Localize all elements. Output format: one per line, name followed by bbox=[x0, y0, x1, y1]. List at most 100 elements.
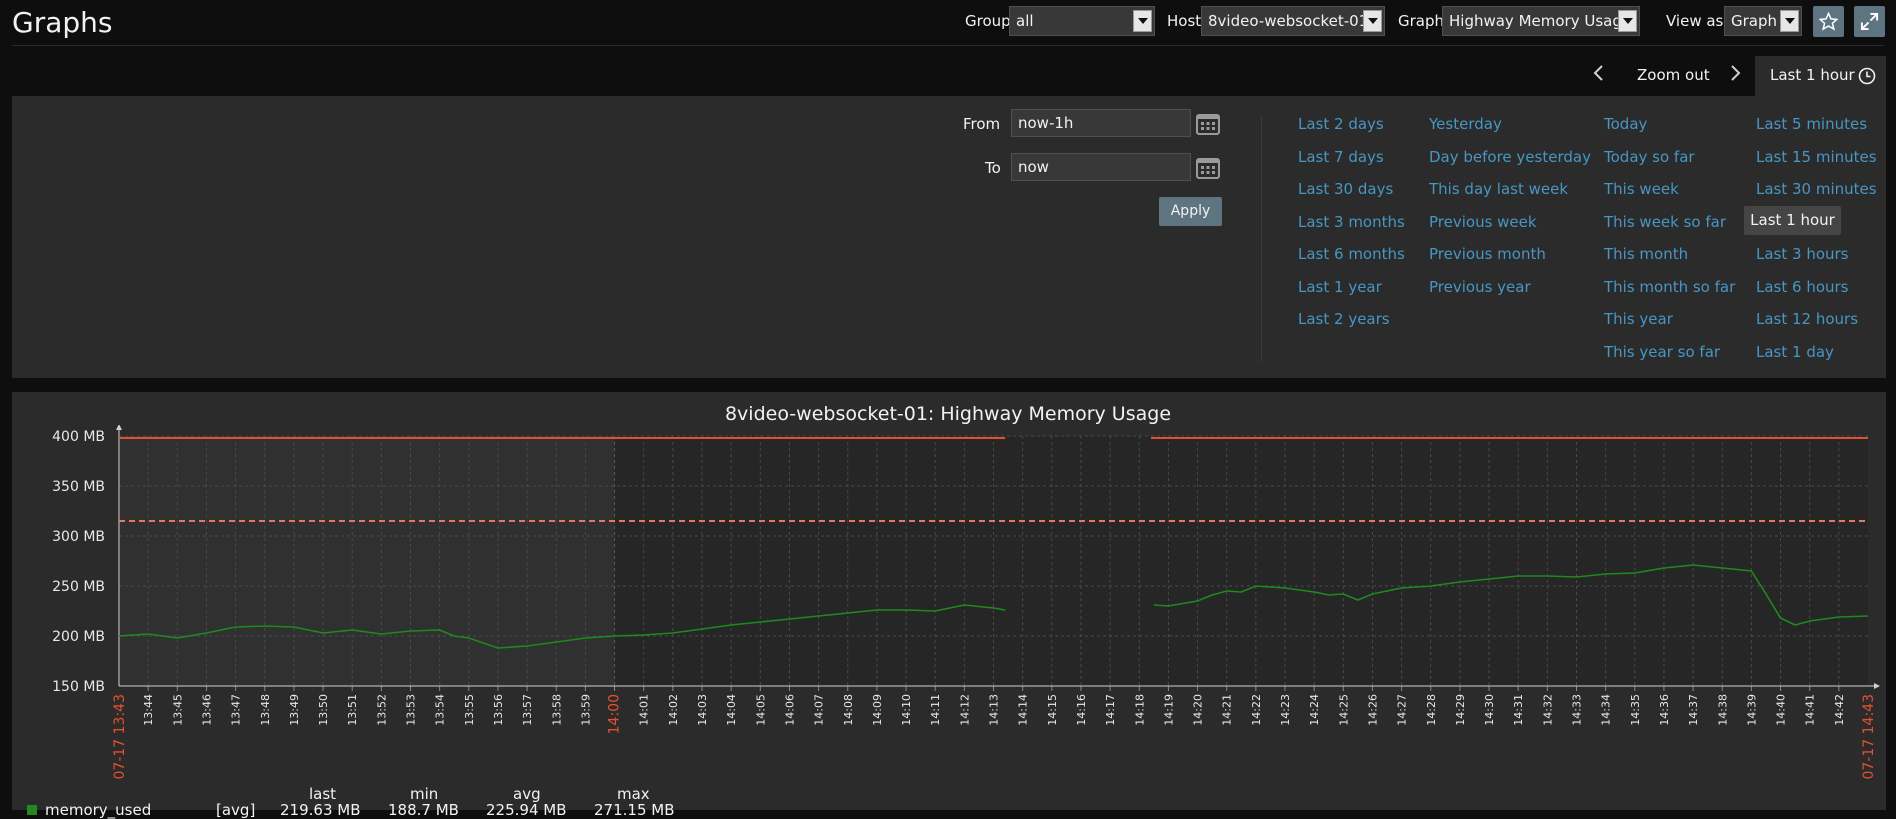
chevron-right-icon[interactable] bbox=[1727, 63, 1743, 83]
x-tick-label: 14:16 bbox=[1075, 694, 1088, 726]
x-tick-label: 13:45 bbox=[171, 694, 184, 726]
quick-range-link[interactable]: Day before yesterday bbox=[1429, 148, 1591, 166]
x-tick-label: 14:22 bbox=[1250, 694, 1263, 726]
fullscreen-button[interactable] bbox=[1854, 6, 1885, 37]
quick-range-link[interactable]: Last 2 days bbox=[1298, 115, 1384, 133]
x-tick-label: 13:52 bbox=[375, 694, 388, 726]
page-title: Graphs bbox=[12, 6, 113, 39]
quick-range-link[interactable]: Last 30 days bbox=[1298, 180, 1393, 198]
from-input[interactable]: now-1h bbox=[1011, 109, 1191, 137]
quick-range-link[interactable]: Today so far bbox=[1604, 148, 1695, 166]
quick-range-link[interactable]: Last 30 minutes bbox=[1756, 180, 1877, 198]
graph-title: 8video-websocket-01: Highway Memory Usag… bbox=[724, 403, 1172, 425]
tab-time-range[interactable]: Last 1 hour bbox=[1755, 56, 1886, 96]
host-label: Host bbox=[1167, 12, 1202, 30]
y-tick-label: 200 MB bbox=[52, 629, 105, 645]
quick-range-link[interactable]: Last 12 hours bbox=[1756, 310, 1858, 328]
x-tick-label: 14:14 bbox=[1017, 694, 1030, 726]
legend-swatch bbox=[27, 805, 37, 815]
viewas-select[interactable]: Graph bbox=[1724, 6, 1802, 36]
quick-range-link[interactable]: Last 1 year bbox=[1298, 278, 1382, 296]
x-tick-label: 14:07 bbox=[813, 694, 826, 726]
apply-button[interactable]: Apply bbox=[1159, 197, 1222, 226]
graph-select-value: Highway Memory Usage bbox=[1449, 12, 1632, 30]
x-tick-label: 14:36 bbox=[1658, 694, 1671, 726]
quick-range-link[interactable]: Last 6 months bbox=[1298, 245, 1405, 263]
favorite-button[interactable] bbox=[1813, 6, 1844, 37]
x-tick-label: 14:06 bbox=[783, 694, 796, 726]
quick-range-link[interactable]: Last 5 minutes bbox=[1756, 115, 1867, 133]
calendar-icon[interactable] bbox=[1196, 113, 1220, 135]
memory-chart: 400 MB 350 MB 300 MB 250 MB 200 MB 150 MB 13:4… bbox=[52, 425, 1880, 779]
x-tick-label: 14:41 bbox=[1804, 694, 1817, 726]
x-tick-label: 14:30 bbox=[1483, 694, 1496, 726]
x-tick-label: 14:15 bbox=[1046, 694, 1059, 726]
x-tick-label: 13:50 bbox=[317, 694, 330, 726]
x-edge-label: 07-17 13:43 bbox=[112, 694, 128, 779]
quick-range-link[interactable]: This year bbox=[1604, 310, 1673, 328]
x-tick-label: 14:12 bbox=[958, 694, 971, 726]
chevron-left-icon[interactable] bbox=[1591, 63, 1607, 83]
quick-range-link[interactable]: Last 15 minutes bbox=[1756, 148, 1877, 166]
x-tick-label: 14:29 bbox=[1454, 694, 1467, 726]
quick-range-link[interactable]: Yesterday bbox=[1429, 115, 1502, 133]
x-tick-label: 13:56 bbox=[492, 694, 505, 726]
legend-avg-value: 225.94 MB bbox=[486, 801, 567, 819]
plot-shaded-region bbox=[119, 436, 615, 686]
fullscreen-icon bbox=[1860, 12, 1879, 31]
quick-range-link[interactable]: Last 7 days bbox=[1298, 148, 1384, 166]
quick-range-link[interactable]: This week so far bbox=[1604, 213, 1726, 231]
x-tick-label: 14:01 bbox=[638, 694, 651, 726]
x-tick-label: 13:49 bbox=[288, 694, 301, 726]
time-filter-panel bbox=[12, 96, 1886, 378]
quick-range-link[interactable]: This day last week bbox=[1429, 180, 1568, 198]
to-label: To bbox=[985, 159, 1001, 177]
quick-range-link[interactable]: Last 3 hours bbox=[1756, 245, 1849, 263]
quick-range-link[interactable]: Last 3 months bbox=[1298, 213, 1405, 231]
x-tick-label: 14:04 bbox=[725, 694, 738, 726]
x-tick-label: 13:55 bbox=[463, 694, 476, 726]
x-tick-label: 13:47 bbox=[230, 694, 243, 726]
graph-label: Graph bbox=[1398, 12, 1445, 30]
x-tick-label: 14:34 bbox=[1600, 694, 1613, 726]
x-tick-label: 13:59 bbox=[579, 694, 592, 726]
graph-select[interactable]: Highway Memory Usage bbox=[1442, 6, 1640, 36]
quick-range-link[interactable]: Previous year bbox=[1429, 278, 1531, 296]
chevron-down-icon bbox=[1618, 10, 1637, 32]
x-tick-label: 14:11 bbox=[929, 694, 942, 726]
quick-range-selected[interactable]: Last 1 hour bbox=[1744, 206, 1841, 235]
quick-range-link[interactable]: Last 1 day bbox=[1756, 343, 1834, 361]
viewas-select-value: Graph bbox=[1731, 12, 1778, 30]
y-tick-label: 400 MB bbox=[52, 429, 105, 445]
x-tick-label: 14:32 bbox=[1541, 694, 1554, 726]
y-tick-label: 300 MB bbox=[52, 529, 105, 545]
to-input[interactable]: now bbox=[1011, 153, 1191, 181]
x-tick-label: 14:24 bbox=[1308, 694, 1321, 726]
y-axis-arrow bbox=[116, 425, 122, 430]
x-tick-label: 14:17 bbox=[1104, 694, 1117, 726]
x-tick-label: 13:58 bbox=[550, 694, 563, 726]
quick-range-link[interactable]: Previous week bbox=[1429, 213, 1537, 231]
x-tick-label: 14:40 bbox=[1775, 694, 1788, 726]
from-input-value: now-1h bbox=[1018, 114, 1074, 132]
calendar-icon[interactable] bbox=[1196, 157, 1220, 179]
host-select[interactable]: 8video-websocket-01 bbox=[1201, 6, 1385, 36]
x-tick-label: 14:03 bbox=[696, 694, 709, 726]
zoom-out-button[interactable]: Zoom out bbox=[1637, 66, 1710, 84]
quick-range-link[interactable]: Last 2 years bbox=[1298, 310, 1390, 328]
x-tick-label: 14:18 bbox=[1133, 694, 1146, 726]
quick-range-link[interactable]: Today bbox=[1604, 115, 1647, 133]
x-tick-label: 14:19 bbox=[1162, 694, 1175, 726]
x-tick-label: 14:31 bbox=[1512, 694, 1525, 726]
quick-range-link[interactable]: Last 6 hours bbox=[1756, 278, 1849, 296]
quick-range-link[interactable]: This month so far bbox=[1604, 278, 1735, 296]
y-tick-label: 150 MB bbox=[52, 679, 105, 695]
quick-range-link[interactable]: Previous month bbox=[1429, 245, 1546, 263]
clock-icon bbox=[1858, 67, 1876, 85]
group-select[interactable]: all bbox=[1009, 6, 1155, 36]
quick-range-link[interactable]: This week bbox=[1604, 180, 1679, 198]
quick-range-link[interactable]: This month bbox=[1604, 245, 1688, 263]
quick-range-link[interactable]: This year so far bbox=[1604, 343, 1720, 361]
chevron-down-icon bbox=[1133, 10, 1152, 32]
x-tick-label: 14:23 bbox=[1279, 694, 1292, 726]
